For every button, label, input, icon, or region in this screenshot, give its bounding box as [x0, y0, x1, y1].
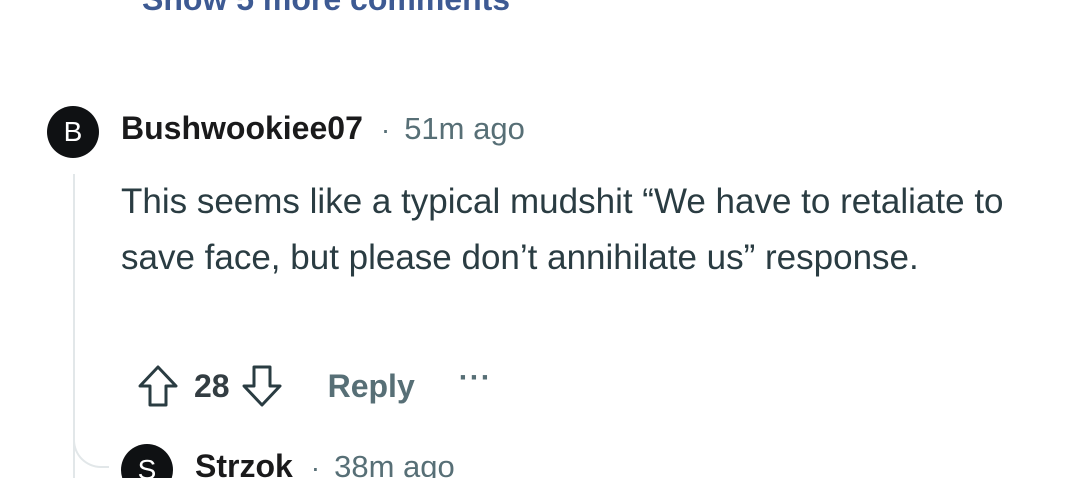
- comment-meta: Bushwookiee07 · 51m ago: [121, 110, 525, 147]
- reply-username[interactable]: Strzok: [195, 448, 293, 478]
- comment-actions: 28 Reply ···: [136, 360, 492, 412]
- meta-separator: ·: [310, 452, 321, 478]
- thread-connector: [73, 420, 109, 468]
- upvote-button[interactable]: [136, 362, 180, 410]
- avatar[interactable]: B: [47, 106, 99, 158]
- more-options-button[interactable]: ···: [459, 363, 492, 393]
- reply-timestamp[interactable]: 38m ago: [334, 449, 455, 478]
- comment-timestamp[interactable]: 51m ago: [404, 111, 525, 147]
- show-more-comments-link[interactable]: Show 5 more comments: [142, 0, 510, 18]
- downvote-button[interactable]: [240, 362, 284, 410]
- upvote-arrow-icon: [138, 365, 178, 407]
- username[interactable]: Bushwookiee07: [121, 110, 363, 147]
- reply-avatar[interactable]: S: [121, 444, 173, 478]
- reply-button[interactable]: Reply: [328, 368, 415, 405]
- meta-separator: ·: [380, 114, 391, 145]
- comment-body: This seems like a typical mudshit “We ha…: [121, 182, 1004, 277]
- reply-meta: Strzok · 38m ago: [195, 448, 455, 478]
- vote-score: 28: [194, 367, 230, 404]
- downvote-arrow-icon: [242, 365, 282, 407]
- comment-thread: Show 5 more comments B Bushwookiee07 · 5…: [0, 0, 1080, 478]
